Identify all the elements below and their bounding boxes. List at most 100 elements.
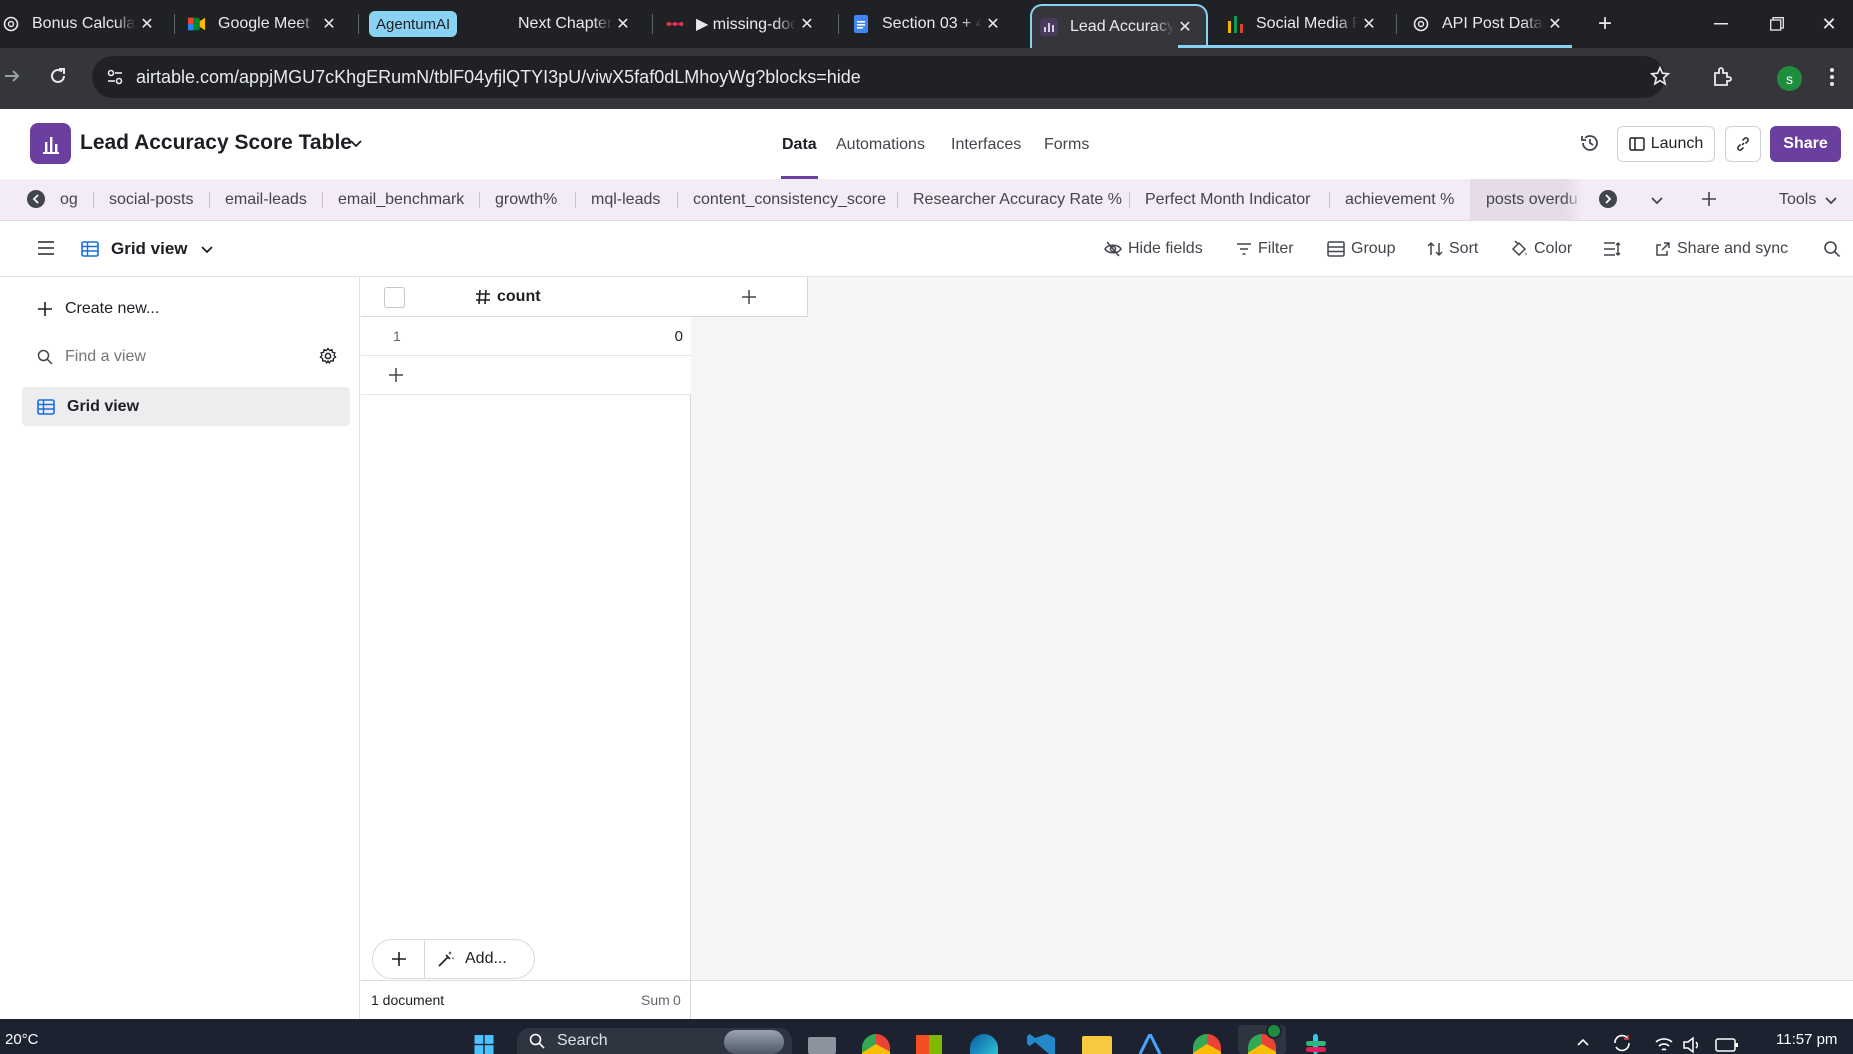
nav-interfaces[interactable]: Interfaces [951, 136, 1021, 154]
row-height-icon[interactable] [1603, 241, 1621, 257]
taskbar-search[interactable]: Search [517, 1028, 792, 1054]
chevron-up-icon[interactable] [1576, 1037, 1590, 1047]
add-with-ai-button[interactable]: Add... [425, 950, 507, 968]
browser-tab[interactable]: ▶ missing-doc ✕ [658, 0, 828, 48]
chrome-profile-icon[interactable] [1193, 1034, 1221, 1054]
gear-icon[interactable] [319, 347, 337, 365]
edge-icon[interactable] [970, 1034, 998, 1054]
chevron-down-icon[interactable] [1650, 193, 1664, 207]
volume-icon[interactable] [1682, 1035, 1702, 1054]
filter-button[interactable]: Filter [1236, 237, 1294, 261]
app-a-icon[interactable] [1138, 1034, 1162, 1054]
browser-menu-icon[interactable] [1829, 66, 1835, 88]
minimize-button[interactable] [1693, 0, 1749, 48]
table-tab[interactable]: og [60, 179, 78, 221]
store-icon[interactable] [916, 1035, 942, 1054]
color-button[interactable]: Color [1510, 237, 1572, 261]
tools-menu[interactable]: Tools [1779, 179, 1838, 221]
close-icon[interactable]: ✕ [1358, 13, 1380, 35]
browser-tab[interactable]: Bonus Calculat ✕ [0, 0, 168, 48]
chrome-icon[interactable] [862, 1034, 890, 1054]
table-tab[interactable]: Researcher Accuracy Rate % [913, 179, 1122, 221]
column-header-count[interactable]: count [475, 288, 541, 306]
hamburger-icon[interactable] [37, 240, 55, 256]
base-logo-icon[interactable] [30, 123, 71, 164]
close-icon[interactable]: ✕ [982, 13, 1004, 35]
restore-button[interactable] [1749, 0, 1805, 48]
find-view-input[interactable] [65, 348, 285, 366]
table-tab-active[interactable]: posts overdu [1470, 179, 1582, 221]
table-tab[interactable]: mql-leads [591, 179, 660, 221]
address-bar[interactable]: airtable.com/appjMGU7cKhgERumN/tblF04yfj… [92, 56, 1671, 98]
close-icon[interactable]: ✕ [318, 13, 340, 35]
view-switcher[interactable]: Grid view [81, 237, 220, 261]
copy-link-button[interactable] [1725, 126, 1761, 162]
browser-tab[interactable]: Next Chapter F ✕ [492, 0, 644, 48]
reload-icon[interactable] [48, 66, 68, 86]
table-tab[interactable]: social-posts [109, 179, 193, 221]
add-field-button[interactable] [691, 277, 808, 317]
close-icon[interactable]: ✕ [796, 13, 818, 35]
task-view-icon[interactable] [808, 1037, 836, 1054]
sort-button[interactable]: Sort [1427, 237, 1478, 261]
forward-icon[interactable] [2, 66, 22, 86]
search-icon[interactable] [1823, 240, 1841, 258]
close-window-button[interactable]: ✕ [1805, 0, 1853, 48]
table-tab[interactable]: achievement % [1345, 179, 1454, 221]
sync-icon[interactable] [1612, 1033, 1632, 1053]
clock-time[interactable]: 11:57 pm [1776, 1031, 1837, 1048]
table-tab[interactable]: growth% [495, 179, 557, 221]
nav-automations[interactable]: Automations [836, 136, 925, 154]
add-row[interactable] [361, 356, 691, 395]
launch-button[interactable]: Launch [1617, 126, 1715, 162]
browser-tab[interactable]: Social Media P ✕ [1218, 0, 1390, 48]
weather-text[interactable]: 20°C [5, 1031, 39, 1048]
add-record-button[interactable] [373, 940, 425, 978]
chrome-active-icon-bg[interactable] [1238, 1023, 1286, 1054]
close-icon[interactable]: ✕ [1174, 16, 1196, 38]
table-row[interactable]: 1 0 [361, 317, 691, 356]
history-icon[interactable] [1580, 133, 1600, 153]
table-tab[interactable]: content_consistency_score [693, 179, 886, 221]
sum-label[interactable]: Sum [641, 992, 670, 1008]
share-button[interactable]: Share [1770, 126, 1841, 162]
find-view-field[interactable] [37, 345, 349, 369]
url-text[interactable]: airtable.com/appjMGU7cKhgERumN/tblF04yfj… [136, 67, 861, 88]
table-tab[interactable]: email_benchmark [338, 179, 464, 221]
hide-fields-button[interactable]: Hide fields [1104, 237, 1203, 261]
slack-icon[interactable] [1303, 1034, 1329, 1054]
cell-count[interactable]: 0 [675, 328, 683, 345]
group-button[interactable]: Group [1327, 237, 1395, 261]
new-tab-button[interactable]: + [1577, 0, 1633, 48]
close-icon[interactable]: ✕ [136, 13, 158, 35]
nav-data[interactable]: Data [782, 136, 817, 154]
tab-group-chip[interactable]: AgentumAI [369, 11, 458, 37]
add-table-icon[interactable] [1700, 190, 1718, 208]
browser-tab[interactable]: API Post Data ✕ [1404, 0, 1576, 48]
battery-icon[interactable] [1715, 1036, 1739, 1052]
browser-tab[interactable]: Google Meet ✕ [180, 0, 350, 48]
nav-forms[interactable]: Forms [1044, 136, 1089, 154]
chevron-down-icon[interactable] [349, 136, 363, 150]
table-tab[interactable]: Perfect Month Indicator [1145, 179, 1310, 221]
scroll-left-icon[interactable] [27, 190, 45, 208]
sidebar-item-grid-view[interactable]: Grid view [22, 387, 350, 426]
create-new-button[interactable]: Create new... [37, 300, 159, 318]
close-icon[interactable]: ✕ [1544, 13, 1566, 35]
share-sync-button[interactable]: Share and sync [1655, 237, 1788, 261]
extensions-icon[interactable] [1711, 66, 1733, 88]
base-name[interactable]: Lead Accuracy Score Table [80, 131, 352, 155]
bookmark-star-icon[interactable] [1649, 65, 1673, 89]
profile-avatar[interactable]: s [1777, 66, 1802, 91]
close-icon[interactable]: ✕ [612, 13, 634, 35]
browser-tab[interactable]: Section 03 + 4 ✕ [844, 0, 1014, 48]
windows-start-icon[interactable] [470, 1035, 498, 1054]
vscode-icon[interactable] [1027, 1034, 1055, 1054]
scroll-right-icon[interactable] [1599, 190, 1617, 208]
site-info-icon[interactable] [106, 68, 124, 86]
file-explorer-icon[interactable] [1082, 1036, 1112, 1054]
select-all-checkbox[interactable] [384, 287, 405, 308]
browser-tab-active[interactable]: Lead Accuracy ✕ [1030, 4, 1208, 48]
table-tab[interactable]: email-leads [225, 179, 307, 221]
wifi-icon[interactable] [1654, 1035, 1674, 1054]
